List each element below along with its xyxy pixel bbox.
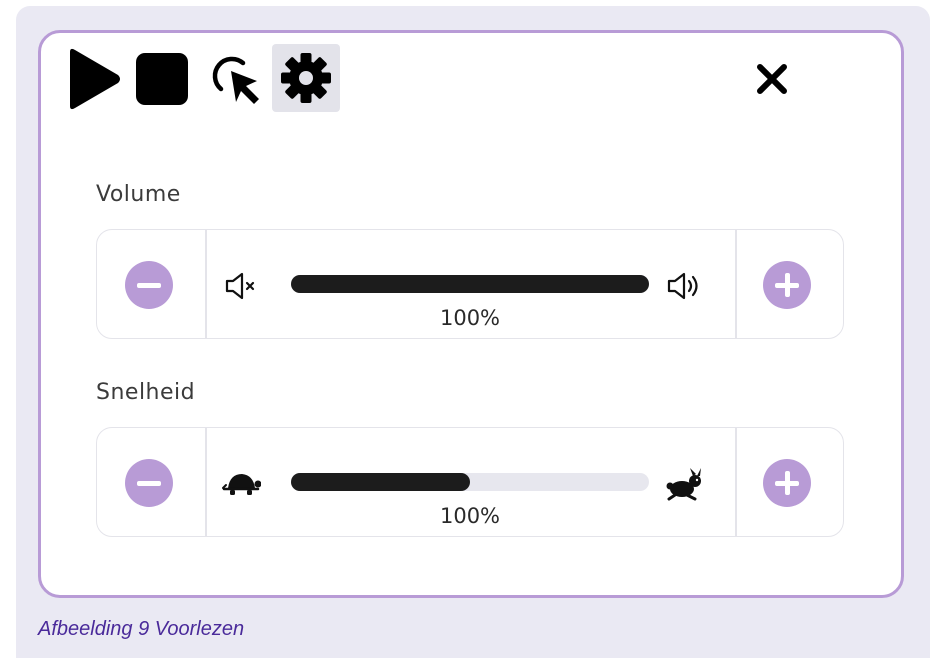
speed-control: 100% xyxy=(96,427,844,537)
play-icon xyxy=(70,48,120,110)
speed-label: Snelheid xyxy=(96,380,196,405)
volume-control: 100% xyxy=(96,229,844,339)
play-button[interactable] xyxy=(62,44,126,114)
divider xyxy=(735,428,737,536)
divider xyxy=(205,428,207,536)
volume-mute-icon xyxy=(221,268,261,304)
close-button[interactable] xyxy=(742,44,802,114)
speed-slider-fill xyxy=(291,473,470,491)
click-to-read-button[interactable] xyxy=(204,44,270,114)
speed-decrease-button[interactable] xyxy=(125,459,173,507)
divider xyxy=(205,230,207,338)
turtle-icon xyxy=(221,466,261,502)
figure-caption: Afbeelding 9 Voorlezen xyxy=(38,618,245,640)
volume-increase-button[interactable] xyxy=(763,261,811,309)
close-icon xyxy=(757,64,787,94)
rabbit-icon xyxy=(665,466,705,502)
volume-slider-fill xyxy=(291,275,649,293)
speed-value: 100% xyxy=(439,504,501,528)
gear-icon xyxy=(281,53,331,103)
click-select-icon xyxy=(212,56,259,104)
volume-label: Volume xyxy=(96,182,181,207)
volume-decrease-button[interactable] xyxy=(125,261,173,309)
toolbar xyxy=(62,44,802,114)
volume-up-icon xyxy=(665,268,705,304)
divider xyxy=(735,230,737,338)
volume-value: 100% xyxy=(439,306,501,330)
speed-increase-button[interactable] xyxy=(763,459,811,507)
settings-button[interactable] xyxy=(272,44,340,112)
stop-button[interactable] xyxy=(132,44,192,114)
volume-slider[interactable] xyxy=(291,275,649,293)
stop-icon xyxy=(136,53,188,105)
speed-slider[interactable] xyxy=(291,473,649,491)
